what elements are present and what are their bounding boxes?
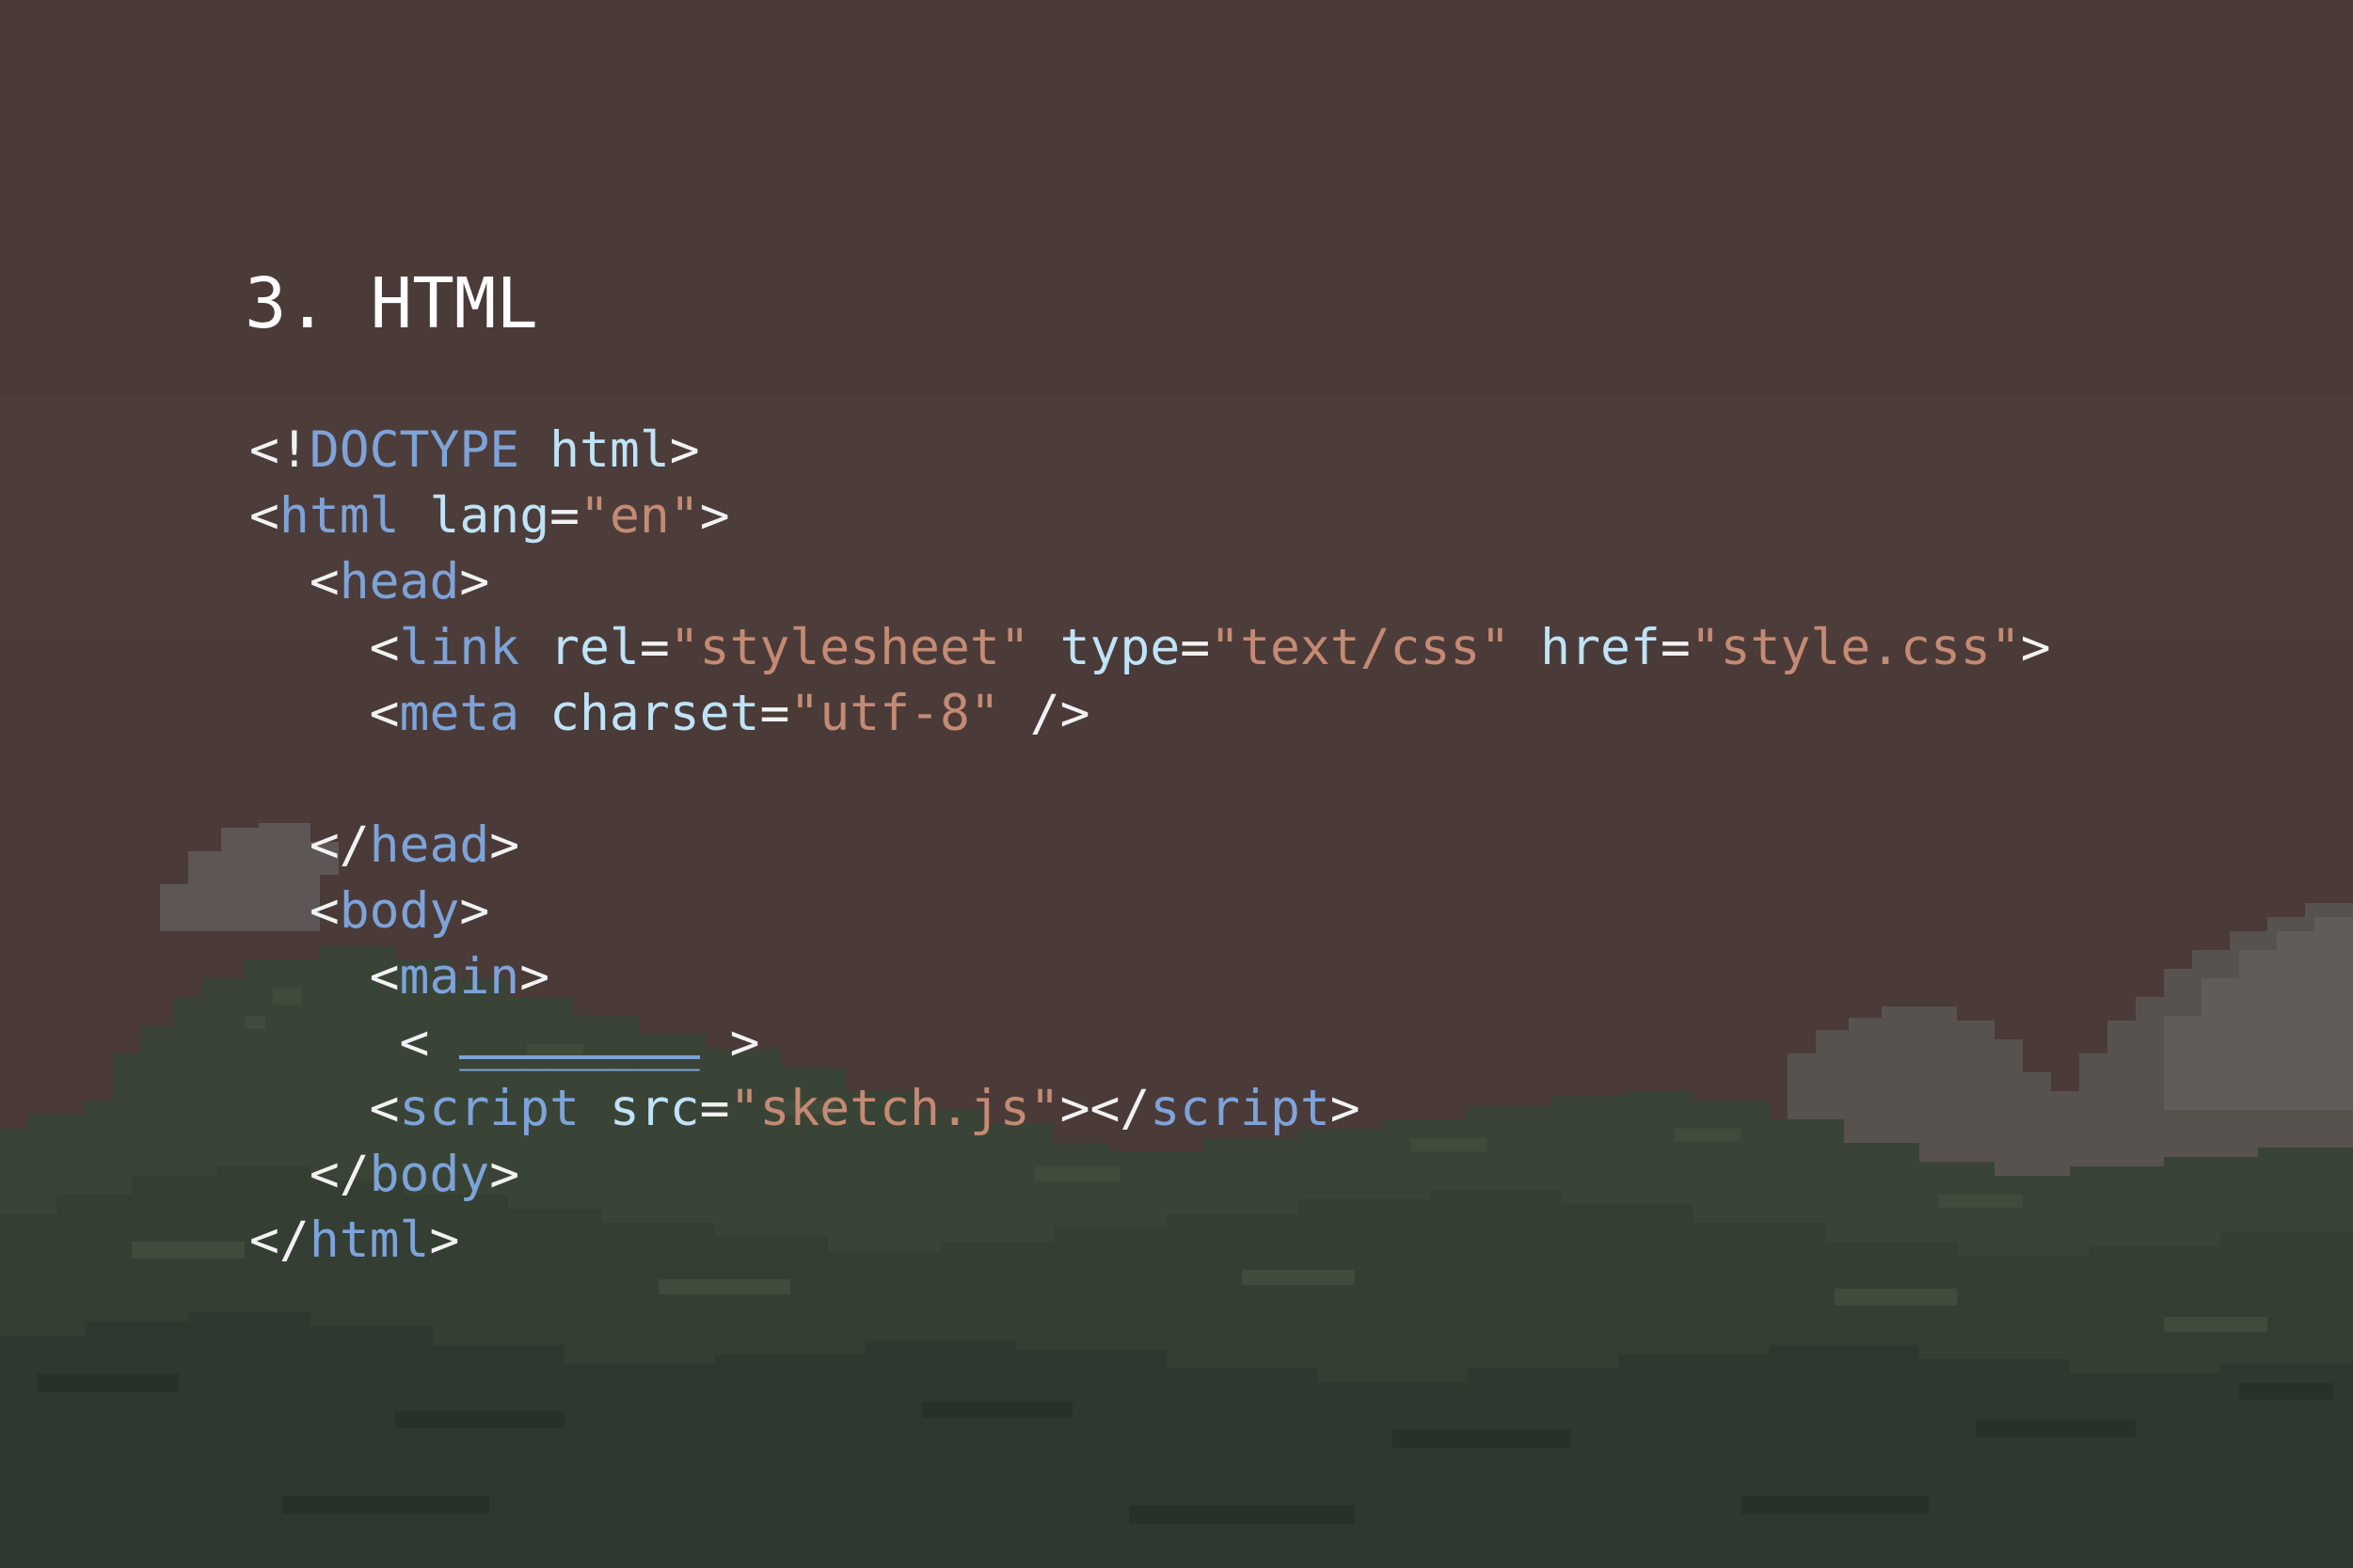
code-token-punct: <	[249, 685, 400, 742]
code-token-attr: rel	[549, 619, 640, 676]
code-token-punct: =	[759, 685, 790, 742]
code-token-punct: </	[249, 816, 370, 874]
code-line: <body>	[249, 879, 2051, 944]
code-token-str: "utf-8"	[789, 685, 1000, 742]
code-token-attr: charset	[549, 685, 760, 742]
code-token-punct: >	[1329, 1080, 1360, 1137]
code-token-punct: =	[549, 487, 580, 545]
code-token-punct: <	[249, 553, 340, 610]
code-token-punct	[519, 619, 549, 676]
code-token-attr: src	[609, 1080, 700, 1137]
code-token-punct: <	[249, 1014, 460, 1071]
code-token-tag: meta	[399, 685, 520, 742]
code-token-punct: <	[249, 619, 400, 676]
code-token-punct	[519, 421, 549, 479]
code-line: <main>	[249, 944, 2051, 1010]
code-token-attr: href	[1540, 619, 1661, 676]
code-token-tag: html	[278, 487, 400, 545]
code-token-punct	[1030, 619, 1060, 676]
code-token-punct: >	[2020, 619, 2051, 676]
code-token-punct: <	[249, 1080, 400, 1137]
code-token-punct: >	[489, 816, 520, 874]
code-line: <html lang="en">	[249, 483, 2051, 549]
code-token-tag: link	[399, 619, 520, 676]
code-line: </body>	[249, 1142, 2051, 1208]
code-line: <link rel="stylesheet" type="text/css" h…	[249, 615, 2051, 681]
slide-title: 3. HTML	[245, 263, 538, 344]
code-token-str: "style.css"	[1690, 619, 2021, 676]
code-token-tag: DOCTYPE	[309, 421, 520, 479]
code-token-tag: head	[369, 816, 490, 874]
code-token-punct: </	[249, 1146, 370, 1203]
code-token-punct: >	[459, 553, 490, 610]
code-token-tag: main	[399, 948, 520, 1006]
code-token-attr: html	[549, 421, 670, 479]
code-token-punct: =	[639, 619, 670, 676]
code-block: <!DOCTYPE html> <html lang="en"> <head> <…	[249, 418, 2051, 1274]
code-line: <meta charset="utf-8" />	[249, 681, 2051, 747]
code-token-punct: =	[1660, 619, 1691, 676]
code-token-punct: =	[699, 1080, 730, 1137]
code-line: <script src="sketch.js"></script>	[249, 1076, 2051, 1142]
code-token-punct: <	[249, 882, 340, 940]
code-token-punct: >	[699, 1014, 760, 1071]
code-token-attr: type	[1059, 619, 1181, 676]
code-token-punct	[580, 1080, 610, 1137]
code-token-punct: <	[249, 948, 400, 1006]
code-token-str: "text/css"	[1210, 619, 1511, 676]
code-token-str: "en"	[580, 487, 700, 545]
code-line: <!DOCTYPE html>	[249, 418, 2051, 483]
code-token-punct: >	[459, 882, 490, 940]
code-token-punct: <!	[249, 421, 310, 479]
code-line: <head>	[249, 549, 2051, 615]
code-token-punct: ></	[1059, 1080, 1151, 1137]
code-token-tag: head	[339, 553, 460, 610]
code-token-tag: body	[369, 1146, 490, 1203]
code-token-punct: >	[669, 421, 700, 479]
code-token-punct: >	[429, 1212, 460, 1269]
code-token-punct: >	[699, 487, 730, 545]
code-token-punct	[519, 685, 549, 742]
code-token-tag: script	[1150, 1080, 1330, 1137]
code-token-str: "sketch.js"	[729, 1080, 1060, 1137]
code-token-attr: lang	[429, 487, 550, 545]
code-token-punct	[400, 487, 430, 545]
code-token-punct: <	[249, 487, 279, 545]
code-token-tag: body	[339, 882, 460, 940]
code-token-punct: >	[489, 1146, 520, 1203]
fill-in-blank: ________	[459, 1010, 700, 1071]
code-token-punct: />	[999, 685, 1090, 742]
code-token-tag: script	[399, 1080, 580, 1137]
code-token-punct	[1510, 619, 1540, 676]
code-line: </head>	[249, 813, 2051, 879]
code-token-punct: >	[519, 948, 550, 1006]
code-token-str: "stylesheet"	[669, 619, 1030, 676]
code-line: < ________ >	[249, 1010, 2051, 1076]
code-token-punct: =	[1180, 619, 1211, 676]
code-token-punct: </	[249, 1212, 310, 1269]
code-line: </html>	[249, 1208, 2051, 1274]
code-token-tag: html	[309, 1212, 430, 1269]
